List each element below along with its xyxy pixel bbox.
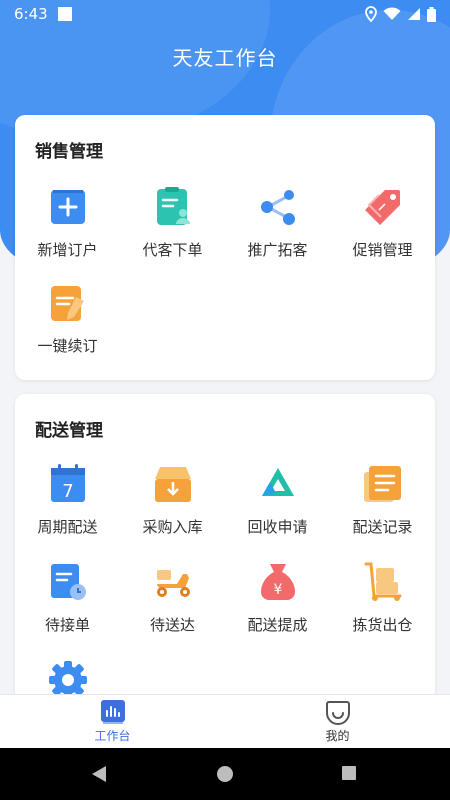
money-bag-icon: ¥ bbox=[258, 562, 298, 602]
clock-document-icon bbox=[48, 562, 88, 602]
tile-label: 周期配送 bbox=[37, 518, 98, 536]
wifi-icon bbox=[383, 7, 401, 20]
signal-icon bbox=[408, 8, 420, 20]
recents-icon[interactable] bbox=[341, 765, 357, 781]
tile-pending-accept[interactable]: 待接单 bbox=[15, 562, 120, 635]
tile-place-order[interactable]: 代客下单 bbox=[120, 187, 225, 260]
system-nav-bar bbox=[0, 748, 450, 800]
tile-picking-outbound[interactable]: 拣货出仓 bbox=[330, 562, 435, 635]
recycle-triangle-icon bbox=[258, 464, 298, 504]
bottom-tab-bar: 工作台 我的 bbox=[0, 694, 450, 749]
tile-delivery-commission[interactable]: ¥ 配送提成 bbox=[225, 562, 330, 635]
section-title: 销售管理 bbox=[35, 142, 103, 162]
record-list-icon bbox=[363, 464, 403, 504]
smile-icon bbox=[325, 699, 351, 725]
notification-icon bbox=[58, 7, 72, 21]
tile-label: 待送达 bbox=[149, 616, 195, 634]
tile-label: 促销管理 bbox=[352, 241, 413, 259]
tile-label: 一键续订 bbox=[37, 337, 98, 355]
status-bar: 6:43 bbox=[0, 0, 450, 28]
plus-square-icon bbox=[48, 187, 88, 227]
location-icon bbox=[365, 6, 377, 22]
tab-label: 我的 bbox=[325, 729, 350, 743]
home-icon[interactable] bbox=[216, 765, 234, 783]
edit-document-icon bbox=[48, 283, 88, 323]
share-icon bbox=[258, 187, 298, 227]
tile-label: 回收申请 bbox=[247, 518, 308, 536]
page-title: 天友工作台 bbox=[172, 46, 278, 70]
inbound-box-icon bbox=[153, 464, 193, 504]
price-tag-icon bbox=[363, 187, 403, 227]
section-title: 配送管理 bbox=[35, 421, 103, 441]
tile-pending-delivery[interactable]: 待送达 bbox=[120, 562, 225, 635]
tile-promo-management[interactable]: 促销管理 bbox=[330, 187, 435, 260]
back-icon[interactable] bbox=[90, 764, 108, 784]
user-document-icon bbox=[153, 187, 193, 227]
tile-label: 新增订户 bbox=[37, 241, 98, 259]
tile-label: 配送记录 bbox=[352, 518, 413, 536]
tab-mine[interactable]: 我的 bbox=[225, 695, 450, 749]
svg-text:¥: ¥ bbox=[273, 582, 282, 598]
calendar-icon: 7 bbox=[48, 464, 88, 504]
tile-periodic-delivery[interactable]: 7 周期配送 bbox=[15, 464, 120, 537]
delivery-card: 配送管理 7 周期配送 采购入库 回收申请 配送记录 待接单 待送达 ¥ 配送提… bbox=[15, 394, 435, 714]
tile-delivery-records[interactable]: 配送记录 bbox=[330, 464, 435, 537]
scooter-icon bbox=[153, 562, 193, 602]
svg-text:7: 7 bbox=[62, 481, 73, 502]
status-icons bbox=[365, 6, 436, 22]
tile-label: 推广拓客 bbox=[247, 241, 308, 259]
tile-purchase-inbound[interactable]: 采购入库 bbox=[120, 464, 225, 537]
bar-chart-icon bbox=[100, 699, 126, 725]
tab-label: 工作台 bbox=[94, 729, 131, 743]
tile-label: 采购入库 bbox=[142, 518, 203, 536]
tile-promotion[interactable]: 推广拓客 bbox=[225, 187, 330, 260]
tab-workbench[interactable]: 工作台 bbox=[0, 695, 225, 749]
tile-recycle-apply[interactable]: 回收申请 bbox=[225, 464, 330, 537]
sales-card: 销售管理 新增订户 代客下单 推广拓客 促销管理 一键续订 bbox=[15, 115, 435, 380]
battery-icon bbox=[427, 6, 436, 22]
status-time: 6:43 bbox=[14, 5, 48, 23]
tile-renew[interactable]: 一键续订 bbox=[15, 283, 120, 356]
tile-label: 配送提成 bbox=[247, 616, 308, 634]
tile-new-subscriber[interactable]: 新增订户 bbox=[15, 187, 120, 260]
tile-label: 待接单 bbox=[44, 616, 90, 634]
tile-label: 拣货出仓 bbox=[352, 616, 413, 634]
tile-label: 代客下单 bbox=[142, 241, 203, 259]
hand-truck-icon bbox=[363, 562, 403, 602]
